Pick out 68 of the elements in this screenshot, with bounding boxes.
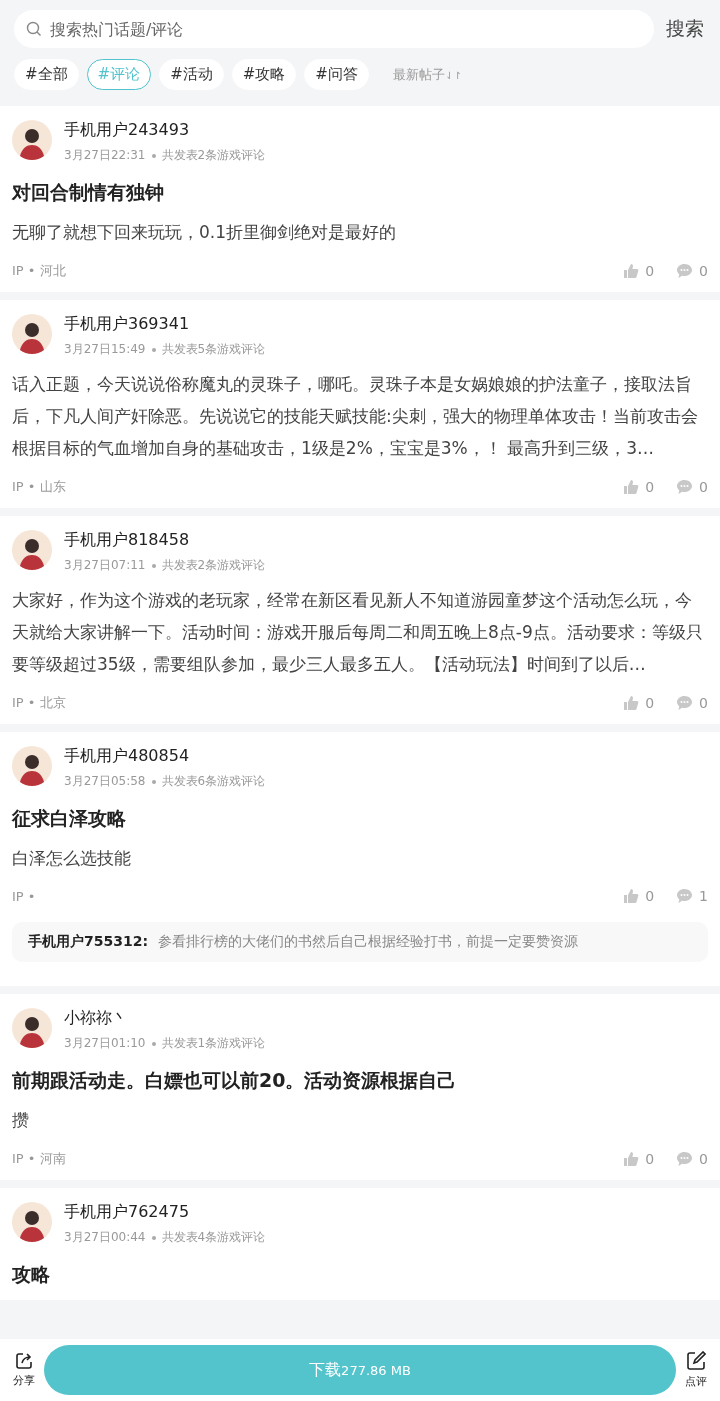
post-time: 3月27日15:49 <box>64 341 146 358</box>
thumbs-up-icon <box>623 1151 640 1167</box>
post-title: 前期跟活动走。白嫖也可以前20。活动资源根据自己 <box>12 1068 458 1093</box>
post-title: 征求白泽攻略 <box>12 806 127 831</box>
reply-text: 参看排行榜的大佬们的书然后自己根据经验打书，前提一定要赞资源 <box>158 933 579 951</box>
separator-dot <box>151 153 156 158</box>
search-field[interactable]: 搜索热门话题/评论 <box>14 10 654 48</box>
search-icon <box>26 21 42 37</box>
post-title: 攻略 <box>12 1262 51 1287</box>
edit-icon <box>686 1351 706 1371</box>
post-time: 3月27日05:58 <box>64 773 146 790</box>
search-button[interactable]: 搜索 <box>664 16 706 42</box>
post-count: 共发表1条游戏评论 <box>161 1035 266 1052</box>
user-name[interactable]: 手机用户369341 <box>64 314 266 335</box>
avatar-icon <box>12 120 52 160</box>
user-name[interactable]: 手机用户762475 <box>64 1202 266 1223</box>
post-time: 3月27日07:11 <box>64 557 146 574</box>
comment-icon <box>676 695 694 711</box>
post-text: 大家好，作为这个游戏的老玩家，经常在新区看见新人不知道游园童梦这个活动怎么玩，今天就给大家讲解一下。活动时间：游戏开服后每周二和周五晚上8点-9点。活动要求：等级只要等级超过35级，需要组队参加，最少三人最多五人。【活动玩法】时间到了以后… <box>12 589 704 676</box>
post-count: 共发表2条游戏评论 <box>161 557 266 574</box>
comment-icon <box>676 263 694 279</box>
post-count: 共发表6条游戏评论 <box>161 773 266 790</box>
post-text: 攒 <box>12 1109 30 1132</box>
avatar-icon <box>12 746 52 786</box>
ip-location: IP • 河北 <box>12 262 66 280</box>
post-time: 3月27日22:31 <box>64 147 146 164</box>
separator-dot <box>151 1235 156 1240</box>
separator-dot <box>151 347 156 352</box>
reply-user[interactable]: 手机用户755312: <box>28 933 149 951</box>
avatar-icon <box>12 1008 52 1048</box>
search-input[interactable]: 搜索热门话题/评论 <box>48 18 642 40</box>
post-count: 共发表2条游戏评论 <box>161 147 266 164</box>
filter-tab[interactable]: #问答 <box>304 59 369 90</box>
user-name[interactable]: 小祢祢丶 <box>64 1008 266 1029</box>
thumbs-up-icon <box>623 479 640 495</box>
filter-tab[interactable]: #活动 <box>159 59 224 90</box>
post-title: 对回合制情有独钟 <box>12 180 165 205</box>
comment-icon <box>676 888 694 904</box>
ip-location: IP • 河南 <box>12 1150 66 1168</box>
filter-tab[interactable]: #攻略 <box>231 59 297 90</box>
separator-dot <box>151 1041 156 1046</box>
avatar-icon <box>12 530 52 570</box>
thumbs-up-icon <box>623 888 640 904</box>
share-button[interactable]: 分享 <box>10 1352 38 1388</box>
review-button[interactable]: 点评 <box>682 1351 710 1389</box>
post-text: 白泽怎么选技能 <box>12 847 132 870</box>
post-time: 3月27日00:44 <box>64 1229 146 1246</box>
ip-location: IP • 山东 <box>12 478 66 496</box>
ip-location: IP • 北京 <box>12 694 66 712</box>
separator-dot <box>151 563 156 568</box>
thumbs-up-icon <box>623 695 640 711</box>
post-text: 话入正题，今天说说俗称魔丸的灵珠子，哪吒。灵珠子本是女娲娘娘的护法童子，接取法旨后，下凡人间产奸除恶。先说说它的技能天赋技能:尖刺，强大的物理单体攻击！当前攻击会根据目标的气血增加自身的基础攻击，1级是2%，宝宝是3%，！ 最高升到三级，3… <box>12 373 699 460</box>
avatar-icon <box>12 1202 52 1242</box>
comment-icon <box>676 479 694 495</box>
user-name[interactable]: 手机用户480854 <box>64 746 266 767</box>
post-count: 共发表4条游戏评论 <box>161 1229 266 1246</box>
filter-tab[interactable]: #全部 <box>14 59 79 90</box>
separator-dot <box>151 779 156 784</box>
ip-location: IP • <box>12 888 36 904</box>
post-text: 无聊了就想下回来玩玩，0.1折里御剑绝对是最好的 <box>12 221 398 244</box>
share-icon <box>15 1352 33 1370</box>
post-time: 3月27日01:10 <box>64 1035 146 1052</box>
user-name[interactable]: 手机用户243493 <box>64 120 266 141</box>
thumbs-up-icon <box>623 263 640 279</box>
post-count: 共发表5条游戏评论 <box>161 341 266 358</box>
avatar-icon <box>12 314 52 354</box>
user-name[interactable]: 手机用户818458 <box>64 530 266 551</box>
comment-icon <box>676 1151 694 1167</box>
